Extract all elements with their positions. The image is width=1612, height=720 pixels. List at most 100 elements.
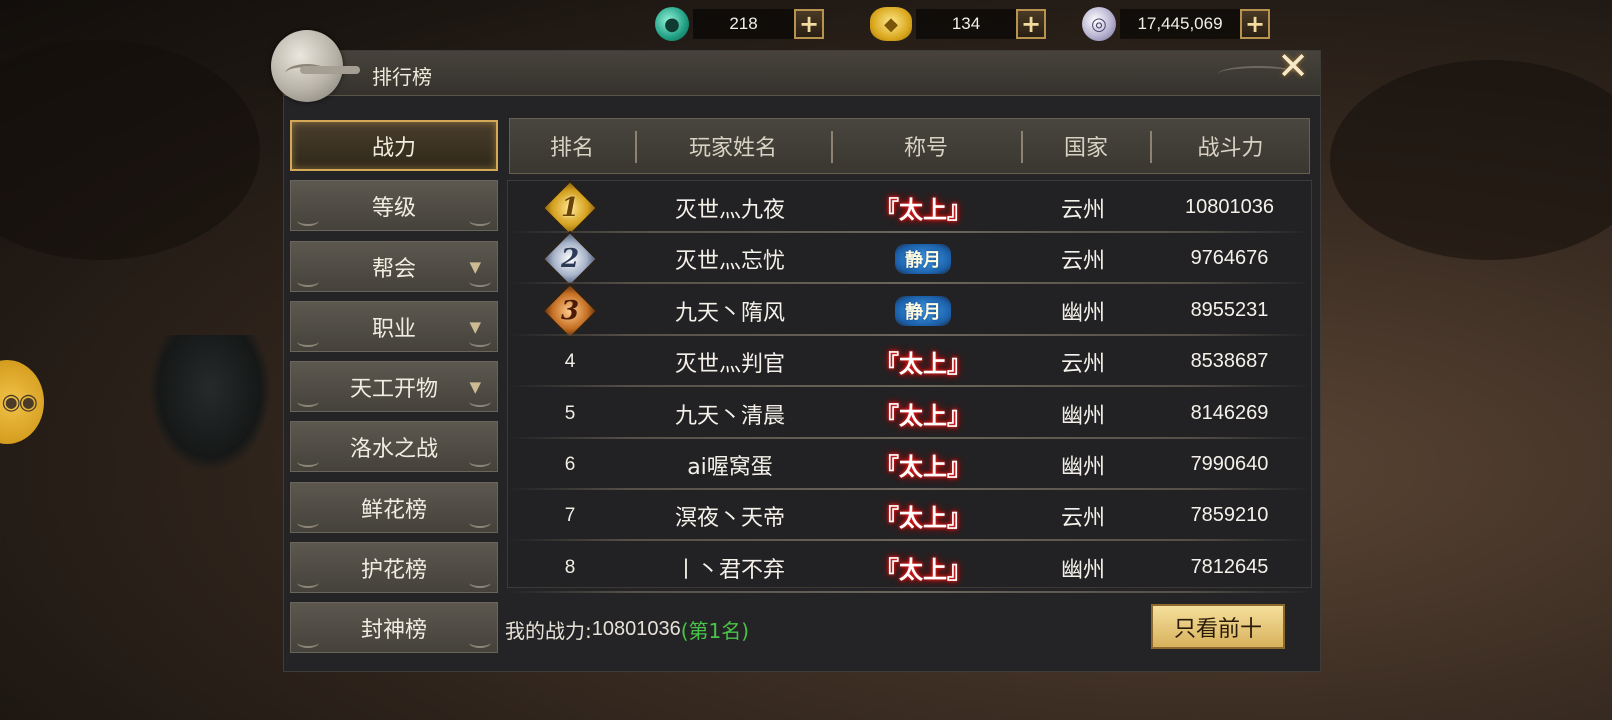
- add-silver-button[interactable]: +: [1240, 9, 1270, 39]
- menu-tab[interactable]: 封神榜: [290, 602, 498, 653]
- title-badge-taishang: 『太上』: [875, 556, 971, 584]
- background-rock: [1330, 60, 1612, 260]
- table-row[interactable]: 7 溟夜丶天帝 『太上』 云州 7859210: [508, 490, 1311, 541]
- rank-cell: 6: [564, 453, 576, 475]
- cloud-ornament-icon: [297, 336, 319, 347]
- rank-cell: 7: [564, 504, 576, 526]
- silver-rank-badge-icon: 2: [541, 230, 599, 287]
- menu-tab[interactable]: 护花榜: [290, 542, 498, 593]
- cloud-ornament-icon: [297, 637, 319, 648]
- title-cell: 『太上』: [828, 182, 1018, 233]
- country-cell: 幽州: [1060, 454, 1105, 480]
- cloud-ornament-icon: [469, 396, 491, 407]
- panel-header: 排行榜: [284, 51, 1320, 96]
- menu-tab[interactable]: 职业 ▼: [290, 301, 498, 352]
- cloud-ornament-icon: [297, 456, 319, 467]
- title-badge-jingyue: 静月: [895, 243, 951, 274]
- table-row[interactable]: 8 丨丶君不弃 『太上』 幽州 7812645: [508, 542, 1311, 593]
- rank-cell: 2: [508, 230, 632, 287]
- table-row[interactable]: 2 灭世灬忘忧 静月 云州 9764676: [508, 230, 1311, 287]
- power-cell: 8538687: [1190, 350, 1269, 372]
- gold-rank-badge-icon: 1: [541, 179, 599, 236]
- player-name: 灭世灬忘忧: [674, 248, 785, 274]
- menu-tab-label: 护花榜: [360, 557, 427, 583]
- cloud-ornament-icon: [469, 276, 491, 287]
- add-gold-button[interactable]: +: [1016, 9, 1046, 39]
- menu-tab-label: 洛水之战: [349, 436, 438, 462]
- power-cell: 10801036: [1185, 196, 1274, 218]
- power-cell: 7812645: [1190, 556, 1269, 578]
- menu-tab[interactable]: 洛水之战: [290, 421, 498, 472]
- my-power-label: 我的战力:: [505, 618, 592, 643]
- title-cell: 『太上』: [828, 388, 1018, 439]
- cloud-ornament-icon: [469, 215, 491, 226]
- menu-tab[interactable]: 战力: [290, 120, 498, 171]
- table-row[interactable]: 4 灭世灬判官 『太上』 云州 8538687: [508, 336, 1311, 387]
- background-rock: [0, 40, 260, 260]
- cloud-ornament-icon: [297, 396, 319, 407]
- add-jade-button[interactable]: +: [794, 9, 824, 39]
- rank-cell: 8: [564, 556, 576, 578]
- column-header-name: 玩家姓名: [688, 136, 777, 161]
- table-row[interactable]: 5 九天丶清晨 『太上』 幽州 8146269: [508, 388, 1311, 439]
- rank-cell: 4: [564, 350, 576, 372]
- column-header-rank: 排名: [549, 136, 594, 161]
- player-name: 丨丶君不弃: [674, 557, 785, 583]
- currency-jade: ● 218 +: [655, 6, 824, 42]
- menu-tab[interactable]: 等级: [290, 180, 498, 231]
- player-name: 九天丶清晨: [674, 403, 785, 429]
- title-cell: 静月: [828, 233, 1018, 284]
- country-cell: 云州: [1060, 351, 1105, 377]
- power-cell: 7859210: [1190, 504, 1269, 526]
- currency-gold: ◆ 134 +: [870, 6, 1046, 42]
- dropdown-arrow-icon: ▼: [469, 318, 481, 336]
- emoji-button[interactable]: ◉◉: [0, 360, 44, 444]
- title-badge-jingyue: 静月: [895, 295, 951, 326]
- rank-cell: 3: [508, 282, 632, 339]
- menu-tab-label: 鲜花榜: [360, 497, 427, 523]
- menu-tab[interactable]: 帮会 ▼: [290, 241, 498, 292]
- power-cell: 9764676: [1190, 247, 1269, 269]
- silver-coin-icon: ◎: [1082, 7, 1116, 41]
- player-character: [150, 335, 270, 470]
- currency-silver: ◎ 17,445,069 +: [1082, 6, 1270, 42]
- menu-tab[interactable]: 鲜花榜: [290, 482, 498, 533]
- top-ten-button[interactable]: 只看前十: [1151, 604, 1285, 649]
- table-row[interactable]: 3 九天丶隋风 静月 幽州 8955231: [508, 282, 1311, 339]
- title-cell: 『太上』: [828, 439, 1018, 490]
- menu-tab-label: 封神榜: [360, 617, 427, 643]
- menu-tab-label: 天工开物: [349, 376, 438, 402]
- country-cell: 云州: [1060, 248, 1105, 274]
- cloud-ornament-icon: [297, 276, 319, 287]
- rank-number: 2: [560, 243, 580, 274]
- cloud-ornament-icon: [297, 215, 319, 226]
- table-row[interactable]: 1 灭世灬九夜 『太上』 云州 10801036: [508, 179, 1311, 236]
- title-badge-taishang: 『太上』: [875, 350, 971, 378]
- rank-number: 1: [560, 192, 580, 223]
- table-header: 排名 玩家姓名 称号 国家 战斗力: [509, 118, 1310, 174]
- player-name: 九天丶隋风: [674, 300, 785, 326]
- emoji-face-icon: ◉◉: [1, 389, 38, 415]
- title-cell: 静月: [828, 285, 1018, 336]
- power-cell: 8146269: [1190, 402, 1269, 424]
- my-power-value: 10801036: [591, 617, 681, 640]
- country-cell: 云州: [1060, 197, 1105, 223]
- row-divider: [508, 282, 1311, 284]
- cloud-ornament-icon: [297, 577, 319, 588]
- row-divider: [508, 591, 1311, 593]
- country-cell: 幽州: [1060, 300, 1105, 326]
- menu-tab-label: 帮会: [371, 256, 416, 282]
- bronze-rank-badge-icon: 3: [541, 282, 599, 339]
- cloud-ornament-icon: [469, 336, 491, 347]
- title-badge-taishang: 『太上』: [875, 402, 971, 430]
- dropdown-arrow-icon: ▼: [469, 258, 481, 276]
- close-icon[interactable]: ✕: [1275, 47, 1311, 85]
- gold-amount: 134: [916, 9, 1016, 39]
- menu-tab-label: 职业: [371, 316, 416, 342]
- menu-tab-label: 等级: [371, 195, 416, 221]
- player-name: 灭世灬九夜: [674, 197, 785, 223]
- menu-tab[interactable]: 天工开物 ▼: [290, 361, 498, 412]
- dropdown-arrow-icon: ▼: [469, 378, 481, 396]
- table-row[interactable]: 6 ai喔窝蛋 『太上』 幽州 7990640: [508, 439, 1311, 490]
- jade-icon: ●: [655, 7, 689, 41]
